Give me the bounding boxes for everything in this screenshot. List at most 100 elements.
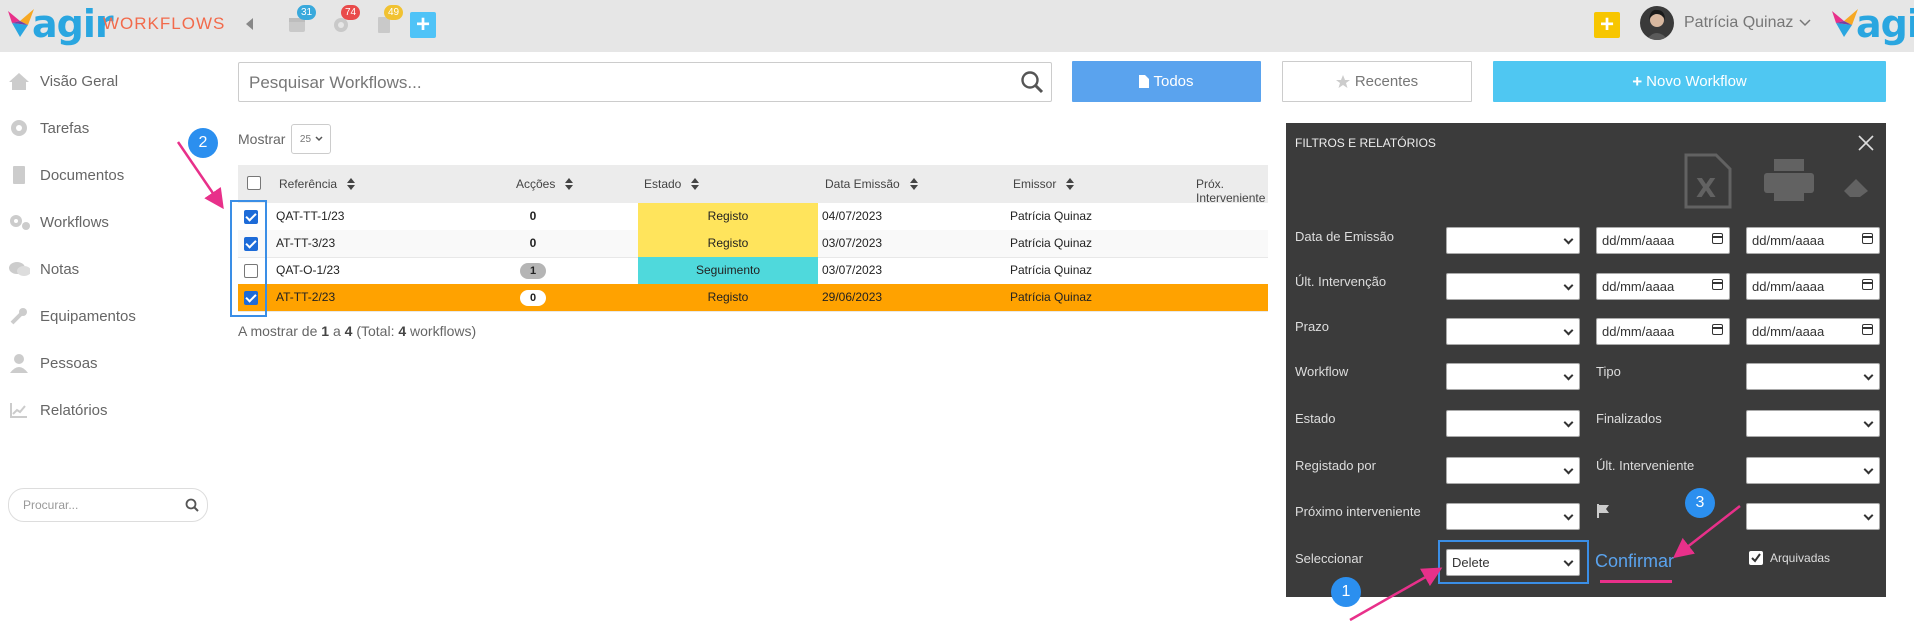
prazo-from[interactable]: dd/mm/aaaa [1596,318,1730,345]
recentes-label: Recentes [1354,73,1419,90]
column-label: Acções [516,177,556,191]
column-accoes[interactable]: Acções [516,177,574,191]
row-estado: Registo [707,290,749,304]
sidebar-item-notas[interactable]: Notas [8,254,79,284]
page-size-select[interactable]: 25 [291,124,332,154]
prazo-select[interactable] [1446,318,1580,345]
info-total-prefix: (Total: [356,323,395,339]
finalizados-select[interactable] [1746,410,1880,437]
tipo-select[interactable] [1746,363,1880,390]
callout-3: 3 [1685,488,1715,518]
sort-icon [909,178,918,190]
row-data-emissao: 04/07/2023 [822,209,883,223]
date-placeholder: dd/mm/aaaa [1602,233,1675,248]
todos-button[interactable]: Todos [1072,61,1261,102]
user-photo-icon [1646,9,1668,40]
row-estado: Registo [638,203,818,230]
registado-por-select[interactable] [1446,457,1580,484]
documents-notifications[interactable]: 49 [374,5,403,34]
sidebar-item-label: Pessoas [40,354,98,372]
confirmar-button[interactable]: Confirmar [1595,551,1674,572]
seleccionar-highlight [1438,540,1589,584]
column-emissor[interactable]: Emissor [1013,177,1075,191]
select-all-checkbox[interactable] [247,176,261,190]
sort-icon [1066,178,1075,190]
excel-export-icon[interactable]: X [1684,153,1732,209]
sort-icon [691,178,700,190]
callout-1: 1 [1331,577,1361,607]
label-workflow: Workflow [1295,364,1349,379]
sidebar-item-documentos[interactable]: Documentos [8,160,124,190]
sidebar-item-label: Workflows [40,213,109,231]
accoes-badge: 1 [520,263,546,279]
sidebar-item-workflows[interactable]: Workflows [8,207,109,237]
ult-intervencao-select[interactable] [1446,273,1580,300]
settings-notifications[interactable]: 74 [331,5,360,34]
column-referencia[interactable]: Referência [279,177,356,191]
sidebar-item-label: Relatórios [40,401,108,419]
label-ult-interveniente: Últ. Interveniente [1596,458,1695,473]
row-referencia[interactable]: AT-TT-2/23 [276,284,335,311]
collapse-arrow-icon[interactable] [245,17,255,31]
column-label: Emissor [1013,177,1057,191]
calendar-icon [1712,324,1723,335]
table-row[interactable]: QAT-TT-1/23 0 Registo 04/07/2023 Patríci… [238,203,1268,231]
ult-intervencao-from[interactable]: dd/mm/aaaa [1596,273,1730,300]
table-row[interactable]: AT-TT-3/23 0 Registo 03/07/2023 Patrícia… [238,230,1268,258]
ult-intervencao-to[interactable]: dd/mm/aaaa [1746,273,1880,300]
data-emissao-select[interactable] [1446,227,1580,254]
chevron-down-icon [315,136,323,142]
table-row[interactable]: QAT-O-1/23 1 Seguimento 03/07/2023 Patrí… [238,257,1268,285]
label-proximo-interveniente: Próximo interveniente [1295,504,1421,519]
column-prox-interveniente[interactable]: Próx. Interveniente [1196,177,1268,205]
column-estado[interactable]: Estado [644,177,700,191]
print-icon[interactable] [1762,157,1816,203]
prazo-to[interactable]: dd/mm/aaaa [1746,318,1880,345]
workflow-select[interactable] [1446,363,1580,390]
arquivadas-checkbox[interactable] [1749,551,1763,565]
ult-interveniente-select[interactable] [1746,457,1880,484]
row-referencia[interactable]: AT-TT-3/23 [276,230,335,257]
logo-text: agir [32,2,114,46]
file-icon [1139,75,1150,88]
sidebar-item-relatorios[interactable]: Relatórios [8,395,108,425]
search-icon[interactable] [1020,70,1044,94]
sidebar-search-input[interactable]: Procurar... [8,488,208,522]
eraser-icon[interactable] [1842,175,1870,199]
star-icon [1335,75,1350,88]
pagination-info: A mostrar de 1 a 4 (Total: 4 workflows) [238,323,476,339]
column-data-emissao[interactable]: Data Emissão [825,177,918,191]
recentes-button[interactable]: Recentes [1282,61,1472,102]
wrench-icon [8,305,30,327]
flag-select[interactable] [1746,503,1880,530]
data-emissao-to[interactable]: dd/mm/aaaa [1746,227,1880,254]
data-emissao-from[interactable]: dd/mm/aaaa [1596,227,1730,254]
agir-logo-right[interactable]: agir [1830,2,1914,46]
row-estado: Seguimento [638,257,818,284]
flag-icon [1597,504,1609,518]
workflow-search-input[interactable]: Pesquisar Workflows... [238,62,1052,102]
calendar-notifications[interactable]: 31 [287,5,316,34]
sidebar-item-label: Notas [40,260,80,278]
row-referencia[interactable]: QAT-TT-1/23 [276,203,344,230]
agir-logo[interactable]: agir [6,2,114,46]
table-header: Referência Acções Estado Data Emissão Em… [238,165,1268,205]
row-referencia[interactable]: QAT-O-1/23 [276,257,340,284]
sidebar-item-pessoas[interactable]: Pessoas [8,348,98,378]
table-row[interactable]: AT-TT-2/23 0 Registo 29/06/2023 Patrícia… [238,284,1268,312]
row-accoes: 0 [529,209,537,223]
estado-select[interactable] [1446,410,1580,437]
novo-workflow-button[interactable]: + Novo Workflow [1493,61,1886,102]
quick-add-button[interactable]: + [410,12,436,38]
date-placeholder: dd/mm/aaaa [1602,279,1675,294]
sidebar-item-equipamentos[interactable]: Equipamentos [8,301,136,331]
sidebar-item-tarefas[interactable]: Tarefas [8,113,89,143]
add-yellow-button[interactable]: + [1594,12,1620,38]
sidebar-search-placeholder: Procurar... [23,498,79,512]
info-total-suffix: workflows) [410,323,477,339]
user-menu[interactable]: Patrícia Quinaz [1640,6,1811,40]
close-icon[interactable] [1858,135,1874,151]
user-name: Patrícia Quinaz [1684,14,1794,31]
sidebar-item-visao-geral[interactable]: Visão Geral [8,66,118,96]
proximo-interveniente-select[interactable] [1446,503,1580,530]
